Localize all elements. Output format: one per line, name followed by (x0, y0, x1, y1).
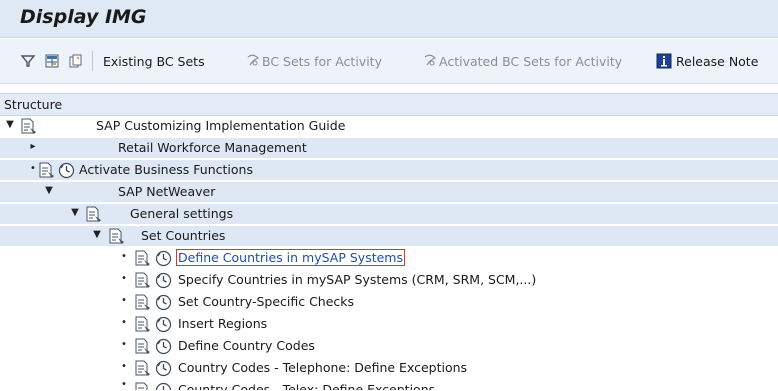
tree-node-label[interactable]: SAP NetWeaver (118, 184, 215, 199)
bc-sets-for-activity-label: BC Sets for Activity (262, 53, 382, 69)
tree-row[interactable]: ▼ SAP Customizing Implementation Guide (0, 116, 778, 137)
tree-row[interactable]: • Insert Regions (0, 314, 778, 335)
expand-arrow-icon[interactable]: ▸ (28, 140, 38, 154)
activated-bc-sets-button[interactable]: Activated BC Sets for Activity (423, 52, 622, 70)
tree-node-label[interactable]: Activate Business Functions (79, 162, 253, 177)
application-toolbar: Existing BC Sets BC Sets for Activity Ac… (0, 39, 778, 84)
activated-bc-sets-label: Activated BC Sets for Activity (439, 53, 623, 69)
documentation-icon[interactable] (134, 316, 152, 333)
title-bar: Display IMG (0, 0, 778, 38)
find-icon (20, 55, 36, 67)
execute-clock-icon[interactable] (155, 272, 172, 289)
tree-node-label[interactable]: Set Country-Specific Checks (178, 294, 354, 309)
leaf-bullet-icon: • (121, 361, 127, 372)
execute-clock-icon[interactable] (155, 382, 172, 391)
leaf-bullet-icon: • (121, 273, 127, 284)
documentation-icon[interactable] (38, 162, 56, 179)
documentation-icon[interactable] (20, 118, 38, 135)
existing-bc-sets-button[interactable]: Existing BC Sets (103, 52, 205, 70)
leaf-bullet-icon: • (121, 317, 127, 328)
structure-header: Structure (0, 93, 778, 116)
tree-row[interactable]: • Country Codes - Telephone: Define Exce… (0, 358, 778, 379)
execute-clock-icon[interactable] (155, 294, 172, 311)
display-button[interactable] (44, 52, 60, 70)
leaf-bullet-icon: • (121, 251, 127, 262)
collapse-arrow-icon[interactable]: ▼ (44, 184, 54, 198)
tree-node-label[interactable]: Set Countries (141, 228, 225, 243)
execute-clock-icon[interactable] (155, 338, 172, 355)
tree-row[interactable]: • Set Country-Specific Checks (0, 292, 778, 313)
documentation-icon[interactable] (134, 272, 152, 289)
tree-node-label[interactable]: SAP Customizing Implementation Guide (96, 118, 345, 133)
documentation-icon[interactable] (134, 360, 152, 377)
tree-node-label[interactable]: Specify Countries in mySAP Systems (CRM,… (178, 272, 536, 287)
release-notes-label: Release Note (676, 53, 759, 69)
collapse-arrow-icon[interactable]: ▼ (70, 206, 80, 220)
info-icon (656, 53, 672, 69)
collapse-arrow-icon[interactable]: ▼ (5, 118, 15, 132)
tree-row[interactable]: • Country Codes - Telex: Define Exceptio… (0, 380, 778, 391)
execute-clock-icon[interactable] (155, 250, 172, 267)
tree-node-label[interactable]: Country Codes - Telex: Define Exceptions (178, 382, 435, 390)
documentation-icon[interactable] (108, 228, 126, 245)
documentation-icon[interactable] (134, 250, 152, 267)
collapse-arrow-icon[interactable]: ▼ (92, 228, 102, 242)
execute-clock-icon[interactable] (155, 360, 172, 377)
toolbar-separator (92, 51, 93, 71)
tree-node-label[interactable]: Retail Workforce Management (118, 140, 307, 155)
tree-node-label[interactable]: Country Codes - Telephone: Define Except… (178, 360, 467, 375)
documentation-icon[interactable] (134, 382, 152, 391)
tree-row[interactable]: ▼ General settings (0, 204, 778, 225)
documentation-icon[interactable] (85, 206, 103, 223)
tree-row[interactable]: ▼ SAP NetWeaver (0, 182, 778, 203)
execute-clock-icon[interactable] (58, 162, 75, 179)
tree-row[interactable]: ▼ Set Countries (0, 226, 778, 247)
leaf-bullet-icon: • (30, 163, 36, 174)
leaf-bullet-icon: • (121, 339, 127, 350)
existing-bc-sets-label: Existing BC Sets (103, 53, 205, 69)
bc-sets-for-activity-button[interactable]: BC Sets for Activity (246, 52, 382, 70)
tree-node-label[interactable]: Insert Regions (178, 316, 267, 331)
bc-set-icon (247, 54, 260, 66)
structure-header-label: Structure (4, 97, 63, 112)
documentation-icon[interactable] (134, 338, 152, 355)
tree-row[interactable]: • Define Country Codes (0, 336, 778, 357)
leaf-bullet-icon: • (121, 380, 127, 390)
copy-button[interactable] (67, 52, 83, 70)
page-title: Display IMG (20, 6, 147, 28)
tree-node-label[interactable]: Define Country Codes (178, 338, 315, 353)
release-notes-button[interactable]: Release Note (656, 52, 758, 70)
tree-row[interactable]: • Activate Business Functions (0, 160, 778, 181)
tree-row[interactable]: • Define Countries in mySAP Systems (0, 248, 778, 269)
find-button[interactable] (20, 52, 36, 70)
bc-set-icon (424, 54, 437, 66)
spacer (0, 85, 778, 93)
table-icon (45, 54, 59, 68)
tree-row[interactable]: ▸ Retail Workforce Management (0, 138, 778, 159)
leaf-bullet-icon: • (121, 295, 127, 306)
tree-node-label[interactable]: Define Countries in mySAP Systems (176, 249, 405, 266)
execute-clock-icon[interactable] (155, 316, 172, 333)
tree-node-label[interactable]: General settings (130, 206, 233, 221)
copy-icon (69, 54, 82, 68)
tree-row[interactable]: • Specify Countries in mySAP Systems (CR… (0, 270, 778, 291)
documentation-icon[interactable] (134, 294, 152, 311)
